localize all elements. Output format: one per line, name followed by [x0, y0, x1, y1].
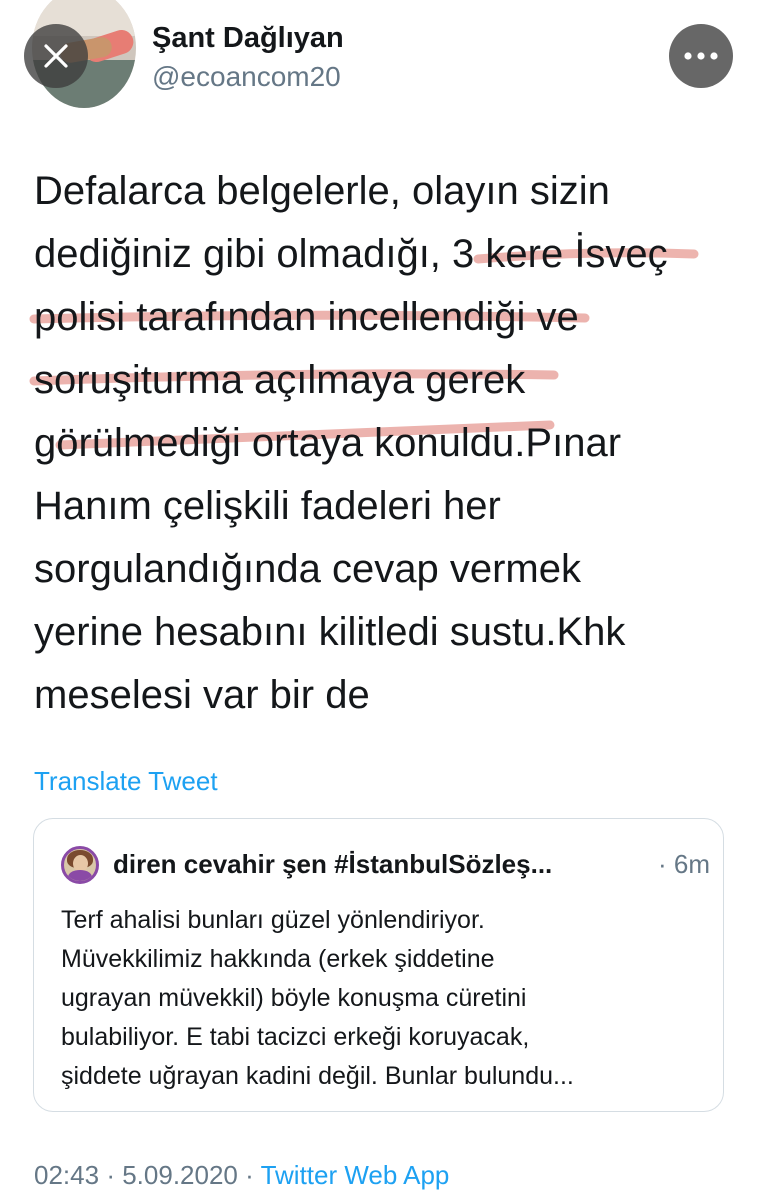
quoted-line: ugrayan müvekkil) böyle konuşma cüretini — [61, 984, 527, 1012]
quoted-line: bulabiliyor. E tabi tacizci erkeği koruy… — [61, 1023, 530, 1051]
more-horizontal-icon — [684, 52, 718, 60]
footer-separator: · — [106, 1160, 115, 1190]
tweet-line: yerine hesabını kilitledi sustu.Khk — [34, 610, 626, 654]
quoted-tweet-text: Terf ahalisi bunları güzel yönlendiriyor… — [61, 901, 706, 1096]
tweet-line: görülmediği ortaya konuldu.Pınar — [34, 421, 622, 465]
quoted-line: şiddete uğrayan kadini değil. Bunlar bul… — [61, 1062, 574, 1090]
translate-tweet-link[interactable]: Translate Tweet — [34, 766, 218, 797]
quoted-tweet-meta: · 6m — [658, 849, 710, 880]
avatar-shirt — [68, 870, 92, 881]
tweet-footer: 02:43 · 5.09.2020 · Twitter Web App — [34, 1160, 449, 1191]
quoted-author-name: diren cevahir şen #İstanbulSözleş... — [113, 849, 553, 879]
tweet-line: Defalarca belgelerle, olayın sizin — [34, 169, 610, 213]
more-options-button[interactable] — [669, 24, 733, 88]
quoted-separator: · — [658, 849, 667, 879]
quoted-time: 6m — [673, 849, 711, 879]
close-button[interactable] — [24, 24, 88, 88]
quoted-line: Terf ahalisi bunları güzel yönlendiriyor… — [61, 906, 485, 934]
close-icon — [44, 44, 68, 68]
quoted-author-avatar — [61, 846, 99, 884]
quoted-line: Müvekkilimiz hakkında (erkek şiddetine — [61, 945, 495, 973]
quoted-tweet-card[interactable]: diren cevahir şen #İstanbulSözleş... · 6… — [33, 818, 724, 1112]
tweet-source-link[interactable]: Twitter Web App — [261, 1160, 450, 1190]
tweet-line: polisi tarafından incellendiği ve — [34, 295, 579, 339]
author-handle[interactable]: @ecoancom20 — [152, 61, 341, 93]
tweet-time: 02:43 — [34, 1160, 100, 1190]
author-name[interactable]: Şant Dağlıyan — [152, 22, 344, 55]
tweet-line: Hanım çelişkili fadeleri her — [34, 484, 501, 528]
tweet-line: meselesi var bir de — [34, 673, 370, 717]
tweet-line: soruşiturma açılmaya gerek — [34, 358, 526, 402]
tweet-text: Defalarca belgelerle, olayın sizin dediğ… — [34, 160, 724, 727]
tweet-date: 5.09.2020 — [122, 1160, 238, 1190]
tweet-line: sorgulandığında cevap vermek — [34, 547, 581, 591]
footer-separator: · — [245, 1160, 254, 1190]
tweet-line: dediğiniz gibi olmadığı, 3 kere İsveç — [34, 232, 668, 276]
